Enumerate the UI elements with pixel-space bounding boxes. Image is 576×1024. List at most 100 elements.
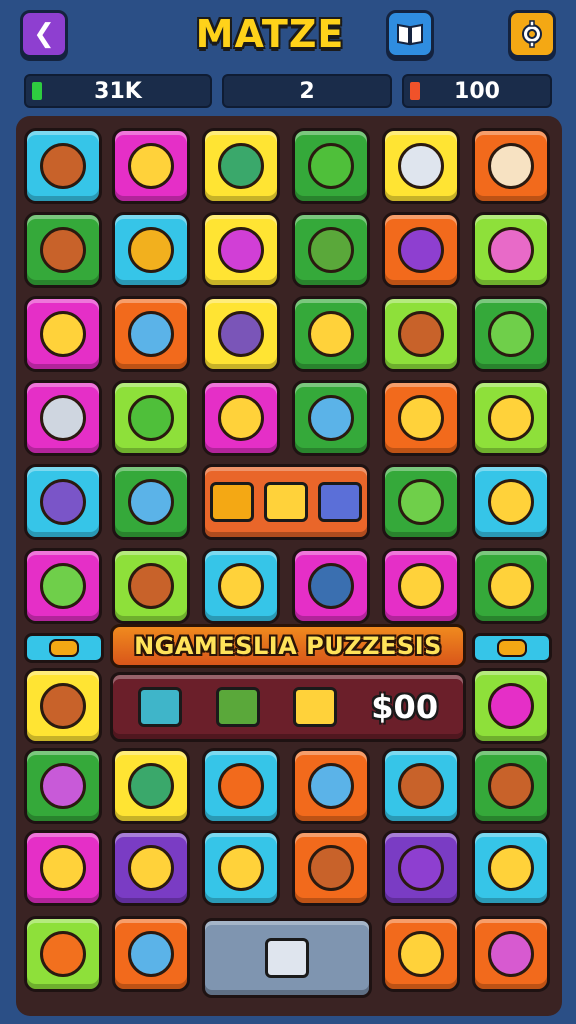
board-tile[interactable]: [382, 464, 460, 540]
heart-icon: [218, 227, 264, 273]
board-tile[interactable]: [292, 212, 370, 288]
board-tile[interactable]: [24, 380, 102, 456]
clock-icon: [40, 395, 86, 441]
combo-panel[interactable]: [202, 464, 370, 540]
board-tile[interactable]: [472, 748, 550, 824]
board-tile[interactable]: [472, 296, 550, 372]
cake-icon: [40, 763, 86, 809]
ghost-icon: [128, 479, 174, 525]
board-tile[interactable]: [112, 464, 190, 540]
face-icon: [488, 395, 534, 441]
bear-icon: [40, 683, 86, 729]
board-tile[interactable]: [112, 748, 190, 824]
board-tile[interactable]: [382, 916, 460, 992]
bear-icon: [40, 227, 86, 273]
bottom-slot-panel[interactable]: [202, 918, 372, 998]
board-tile[interactable]: [382, 380, 460, 456]
bear-icon: [398, 311, 444, 357]
back-button[interactable]: ❮: [20, 10, 68, 58]
board-tile[interactable]: [24, 296, 102, 372]
star-icon: [398, 395, 444, 441]
swords-icon: [308, 763, 354, 809]
pencil-icon: [488, 931, 534, 977]
board-tile[interactable]: [112, 830, 190, 906]
book-button[interactable]: [386, 10, 434, 58]
board-tile[interactable]: [24, 748, 102, 824]
board-tile[interactable]: [292, 380, 370, 456]
board-tile[interactable]: [112, 128, 190, 204]
frog-icon: [488, 311, 534, 357]
shop-panel[interactable]: $00: [110, 672, 466, 742]
board-tile[interactable]: [202, 548, 280, 624]
board-tile[interactable]: [112, 296, 190, 372]
board-tile[interactable]: [472, 548, 550, 624]
board-tile[interactable]: [202, 128, 280, 204]
moves-counter: 100: [402, 74, 552, 108]
board-tile[interactable]: [472, 128, 550, 204]
board-tile[interactable]: [202, 380, 280, 456]
board-tile[interactable]: [472, 830, 550, 906]
board-tile[interactable]: [382, 548, 460, 624]
board-tile[interactable]: [292, 548, 370, 624]
face-icon: [128, 143, 174, 189]
coins-bar-icon: [32, 82, 42, 100]
face-icon: [128, 845, 174, 891]
bear-icon: [40, 143, 86, 189]
board-tile[interactable]: [382, 212, 460, 288]
key-icon: [497, 639, 527, 657]
board-tile[interactable]: [112, 916, 190, 992]
settings-button[interactable]: [508, 10, 556, 58]
moves-bar-icon: [410, 82, 420, 100]
board-tile[interactable]: [202, 212, 280, 288]
board-tile[interactable]: [24, 830, 102, 906]
board-tile[interactable]: [24, 464, 102, 540]
right-strip[interactable]: [472, 633, 552, 663]
board-tile[interactable]: [292, 748, 370, 824]
board-tile[interactable]: [472, 916, 550, 992]
board-tile[interactable]: [112, 380, 190, 456]
board-tile[interactable]: [112, 548, 190, 624]
balloon-icon: [488, 683, 534, 729]
board-icon: [308, 227, 354, 273]
board-tile[interactable]: [24, 212, 102, 288]
cat-icon: [488, 845, 534, 891]
board-tile[interactable]: [202, 748, 280, 824]
board-tile[interactable]: [472, 464, 550, 540]
board-tile[interactable]: [24, 548, 102, 624]
board-tile[interactable]: [382, 830, 460, 906]
ball-icon: [218, 763, 264, 809]
cat-icon: [40, 311, 86, 357]
palm-icon: [308, 143, 354, 189]
coins-counter: 31K: [24, 74, 212, 108]
left-strip[interactable]: [24, 633, 104, 663]
board-tile[interactable]: [382, 748, 460, 824]
rocket-icon: [398, 563, 444, 609]
board-tile[interactable]: [292, 128, 370, 204]
radio-icon: [128, 763, 174, 809]
board-tile[interactable]: [24, 668, 102, 744]
board-tile[interactable]: [24, 916, 102, 992]
board-tile[interactable]: [292, 296, 370, 372]
board-tile[interactable]: [202, 296, 280, 372]
box-icon: [293, 687, 338, 727]
guitar-icon: [488, 143, 534, 189]
board-tile[interactable]: [472, 668, 550, 744]
board-tile[interactable]: [292, 830, 370, 906]
board-tile[interactable]: [24, 128, 102, 204]
top-bar: ❮ MATZE: [0, 0, 576, 72]
board-tile[interactable]: [472, 212, 550, 288]
board-tile[interactable]: [382, 296, 460, 372]
radio-icon: [218, 143, 264, 189]
face-icon: [218, 563, 264, 609]
bear-icon: [488, 763, 534, 809]
pen-icon: [398, 143, 444, 189]
board-tile[interactable]: [382, 128, 460, 204]
camera-icon: [128, 931, 174, 977]
swords-icon: [308, 395, 354, 441]
board-tile[interactable]: [472, 380, 550, 456]
cup-icon: [40, 479, 86, 525]
board-tile[interactable]: [112, 212, 190, 288]
bear-icon: [308, 845, 354, 891]
pot-icon: [40, 931, 86, 977]
board-tile[interactable]: [202, 830, 280, 906]
